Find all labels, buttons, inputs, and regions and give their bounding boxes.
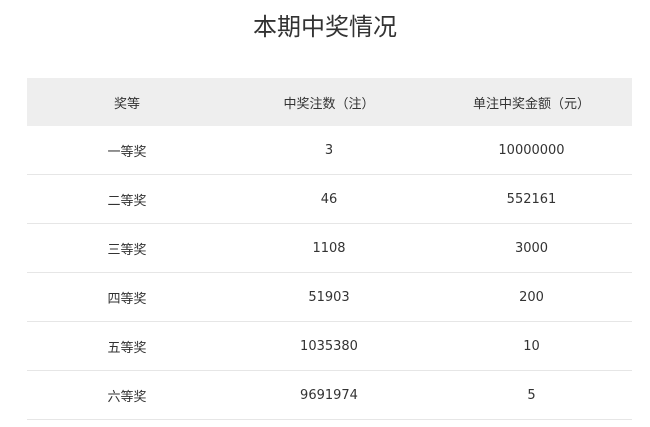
table-row: 三等奖 1108 3000 [27, 223, 632, 273]
prize-table: 奖等 中奖注数（注） 单注中奖金额（元） 一等奖 3 10000000 二等奖 … [27, 78, 632, 420]
prize-level-cell: 三等奖 [27, 223, 227, 273]
prize-amount-cell: 552161 [431, 174, 632, 224]
prize-level-cell: 二等奖 [27, 174, 227, 224]
winner-count-cell: 51903 [227, 272, 431, 322]
prize-amount-cell: 10 [431, 321, 632, 371]
column-header-amount: 单注中奖金额（元） [431, 78, 632, 126]
prize-amount-cell: 10000000 [431, 126, 632, 175]
table-row: 四等奖 51903 200 [27, 272, 632, 322]
winner-count-cell: 1035380 [227, 321, 431, 371]
table-row: 二等奖 46 552161 [27, 174, 632, 224]
prize-amount-cell: 3000 [431, 223, 632, 273]
table-row: 一等奖 3 10000000 [27, 126, 632, 175]
page-title: 本期中奖情况 [253, 13, 397, 41]
winner-count-cell: 3 [227, 126, 431, 175]
table-header-row: 奖等 中奖注数（注） 单注中奖金额（元） [27, 78, 632, 126]
prize-level-cell: 四等奖 [27, 272, 227, 322]
table-row: 五等奖 1035380 10 [27, 321, 632, 371]
column-header-level: 奖等 [27, 78, 227, 126]
table-row: 六等奖 9691974 5 [27, 370, 632, 420]
column-header-count: 中奖注数（注） [227, 78, 431, 126]
winner-count-cell: 1108 [227, 223, 431, 273]
prize-level-cell: 五等奖 [27, 321, 227, 371]
winner-count-cell: 9691974 [227, 370, 431, 420]
prize-level-cell: 一等奖 [27, 126, 227, 175]
prize-amount-cell: 5 [431, 370, 632, 420]
prize-amount-cell: 200 [431, 272, 632, 322]
winner-count-cell: 46 [227, 174, 431, 224]
prize-level-cell: 六等奖 [27, 370, 227, 420]
